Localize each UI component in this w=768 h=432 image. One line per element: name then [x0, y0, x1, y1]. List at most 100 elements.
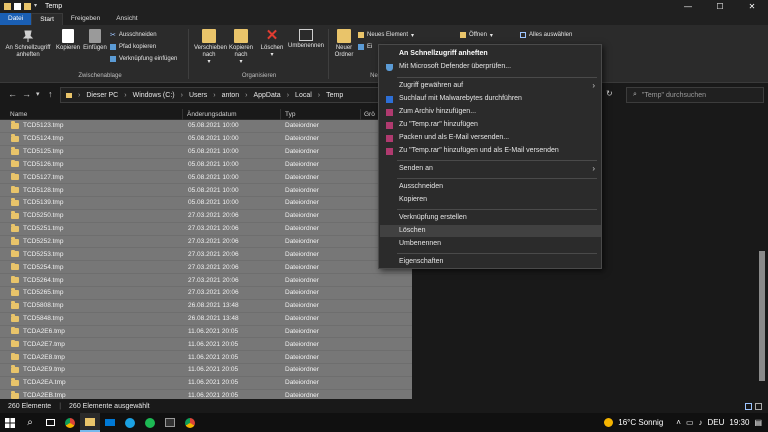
table-row[interactable]: TCD5128.tmp 05.08.2021 10:00 Dateiordner	[0, 184, 412, 198]
column-date[interactable]: Änderungsdatum	[183, 109, 281, 120]
tab-start[interactable]: Start	[31, 13, 63, 25]
search-icon[interactable]: ⌕	[20, 413, 40, 432]
table-row[interactable]: TCD5126.tmp 05.08.2021 10:00 Dateiordner	[0, 158, 412, 172]
menu-item-temp-rar-email[interactable]: Zu "Temp.rar" hinzufügen und als E-Mail …	[380, 145, 601, 157]
notification-icon[interactable]: ▤	[754, 418, 762, 427]
paste-shortcut-button[interactable]: Verknüpfung einfügen	[110, 54, 177, 64]
menu-item-properties[interactable]: Eigenschaften	[380, 256, 601, 268]
table-row[interactable]: TCD5808.tmp 26.08.2021 13:48 Dateiordner	[0, 299, 412, 313]
table-row[interactable]: TCD5125.tmp 05.08.2021 10:00 Dateiordner	[0, 145, 412, 159]
vertical-scrollbar[interactable]	[756, 106, 768, 399]
table-row[interactable]: TCD5252.tmp 27.03.2021 20:06 Dateiordner	[0, 235, 412, 249]
new-folder-button[interactable]: Neuer Ordner	[332, 29, 356, 59]
maximize-button[interactable]: ☐	[704, 0, 736, 13]
table-row[interactable]: TCD5139.tmp 05.08.2021 10:00 Dateiordner	[0, 197, 412, 210]
table-row[interactable]: TCD5254.tmp 27.03.2021 20:06 Dateiordner	[0, 261, 412, 275]
weather-widget[interactable]: 16°C Sonnig	[618, 418, 663, 427]
table-row[interactable]: TCD5124.tmp 05.08.2021 10:00 Dateiordner	[0, 132, 412, 146]
copy-path-button[interactable]: Pfad kopieren	[110, 42, 156, 52]
breadcrumb-appdata[interactable]: AppData	[253, 92, 280, 99]
breadcrumb-this-pc[interactable]: Dieser PC	[86, 92, 118, 99]
tab-file[interactable]: Datei	[0, 13, 32, 25]
tab-share[interactable]: Freigeben	[63, 13, 108, 25]
table-row[interactable]: TCD5251.tmp 27.03.2021 20:06 Dateiordner	[0, 222, 412, 236]
forward-arrow-icon[interactable]: →	[22, 89, 31, 99]
menu-item-send-to[interactable]: Senden an ›	[380, 163, 601, 175]
menu-item-pack-email[interactable]: Packen und als E-Mail versenden...	[380, 132, 601, 144]
table-row[interactable]: TCDA2E6.tmp 11.06.2021 20:05 Dateiordner	[0, 325, 412, 339]
table-row[interactable]: TCDA2EA.tmp 11.06.2021 20:05 Dateiordner	[0, 376, 412, 390]
rename-button[interactable]: Umbenennen	[286, 29, 326, 50]
paste-button[interactable]: Einfügen	[82, 29, 108, 52]
menu-item-rename[interactable]: Umbenennen	[380, 238, 601, 250]
terminal-icon[interactable]	[160, 413, 180, 432]
scrollbar-thumb[interactable]	[759, 251, 765, 381]
breadcrumb-drive-c[interactable]: Windows (C:)	[133, 92, 175, 99]
menu-item-defender[interactable]: Mit Microsoft Defender überprüfen...	[380, 61, 601, 73]
mail-icon[interactable]	[100, 413, 120, 432]
file-explorer-icon[interactable]	[80, 413, 100, 432]
file-name-cell: TCDA2E6.tmp	[0, 326, 183, 335]
network-icon[interactable]: ▭	[686, 418, 694, 427]
menu-item-create-shortcut[interactable]: Verknüpfung erstellen	[380, 212, 601, 224]
table-row[interactable]: TCD5253.tmp 27.03.2021 20:06 Dateiordner	[0, 248, 412, 262]
chevron-down-icon[interactable]: ▾	[34, 3, 39, 10]
language-indicator[interactable]: DEU	[708, 418, 725, 427]
chevron-up-icon[interactable]: ˄	[676, 418, 681, 427]
recent-locations-icon[interactable]: ▾	[36, 90, 40, 98]
copy-button[interactable]: Kopieren	[55, 29, 81, 52]
open-button[interactable]: Öffnen ▾	[460, 30, 493, 40]
tab-view[interactable]: Ansicht	[108, 13, 145, 25]
chrome-icon[interactable]	[180, 413, 200, 432]
breadcrumb-users[interactable]: Users	[189, 92, 207, 99]
select-all-button[interactable]: Alles auswählen	[520, 30, 572, 40]
new-item-button[interactable]: Neues Element ▾	[358, 30, 414, 40]
table-row[interactable]: TCDA2E9.tmp 11.06.2021 20:05 Dateiordner	[0, 364, 412, 377]
windows-start-icon[interactable]	[0, 413, 20, 432]
back-arrow-icon[interactable]: ←	[8, 89, 17, 99]
breadcrumb-anton[interactable]: anton	[222, 92, 240, 99]
table-row[interactable]: TCD5265.tmp 27.03.2021 20:06 Dateiordner	[0, 286, 412, 300]
menu-item-add-temp-rar[interactable]: Zu "Temp.rar" hinzufügen	[380, 119, 601, 131]
menu-item-add-archive[interactable]: Zum Archiv hinzufügen...	[380, 106, 601, 118]
table-row[interactable]: TCDA2E8.tmp 11.06.2021 20:05 Dateiordner	[0, 351, 412, 365]
table-row[interactable]: TCD5848.tmp 26.08.2021 13:48 Dateiordner	[0, 312, 412, 326]
menu-item-cut[interactable]: Ausschneiden	[380, 181, 601, 193]
details-view-icon[interactable]	[745, 402, 752, 410]
folder-icon[interactable]	[24, 3, 31, 10]
cut-button[interactable]: ✂ Ausschneiden	[110, 30, 157, 40]
table-row[interactable]: TCDA2EB.tmp 11.06.2021 20:05 Dateiordner	[0, 389, 412, 399]
column-type[interactable]: Typ	[281, 109, 361, 120]
edge-icon[interactable]	[120, 413, 140, 432]
close-button[interactable]: ✕	[736, 0, 768, 13]
delete-button[interactable]: ✕ Löschen ▾	[258, 28, 286, 59]
table-row[interactable]: TCD5250.tmp 27.03.2021 20:06 Dateiordner	[0, 209, 412, 223]
search-input[interactable]: ⌕ "Temp" durchsuchen	[626, 87, 764, 103]
tiles-view-icon[interactable]	[755, 402, 762, 410]
menu-item-delete[interactable]: Löschen	[380, 225, 601, 237]
volume-icon[interactable]: ♪	[699, 418, 703, 427]
menu-item-malwarebytes[interactable]: Suchlauf mit Malwarebytes durchführen	[380, 93, 601, 105]
pin-quick-access-button[interactable]: An Schnellzugriff anheften	[2, 29, 54, 59]
table-row[interactable]: TCD5127.tmp 05.08.2021 10:00 Dateiordner	[0, 171, 412, 185]
up-arrow-icon[interactable]: ↑	[48, 89, 53, 99]
minimize-button[interactable]: —	[672, 0, 704, 13]
spotify-icon[interactable]	[140, 413, 160, 432]
move-to-button[interactable]: Verschieben nach ▾	[194, 29, 227, 66]
menu-item-grant-access[interactable]: Zugriff gewähren auf ›	[380, 80, 601, 92]
table-row[interactable]: TCD5264.tmp 27.03.2021 20:06 Dateiordner	[0, 274, 412, 287]
refresh-icon[interactable]: ↻	[606, 89, 613, 98]
clock[interactable]: 19:30	[729, 418, 749, 427]
chrome-icon[interactable]	[60, 413, 80, 432]
table-row[interactable]: TCDA2E7.tmp 11.06.2021 20:05 Dateiordner	[0, 338, 412, 352]
column-name[interactable]: Name	[0, 109, 183, 120]
menu-item-pin-quick-access[interactable]: An Schnellzugriff anheften	[380, 48, 601, 60]
breadcrumb-local[interactable]: Local	[295, 92, 312, 99]
easy-access-button[interactable]: Ei	[358, 42, 372, 52]
task-view-icon[interactable]	[40, 413, 60, 432]
copy-to-button[interactable]: Kopieren nach ▾	[226, 29, 256, 66]
menu-item-copy[interactable]: Kopieren	[380, 194, 601, 206]
document-icon[interactable]	[14, 3, 21, 10]
breadcrumb-temp[interactable]: Temp	[326, 92, 343, 99]
table-row[interactable]: TCD5123.tmp 05.08.2021 10:00 Dateiordner	[0, 120, 412, 133]
